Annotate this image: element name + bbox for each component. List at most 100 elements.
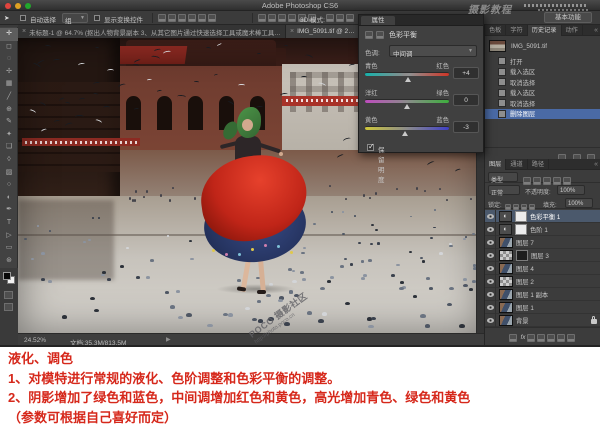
tool-pen[interactable]: ✒ [0,204,18,217]
fill-dropdown[interactable]: 100% [565,198,593,208]
toolbar-mini-icon[interactable] [346,14,354,22]
tool-healing-brush[interactable]: ⊕ [0,104,18,117]
toolbar-mini-icon[interactable] [178,14,186,22]
history-item[interactable]: 删除图层 [485,109,600,120]
tool-history-brush[interactable]: ❏ [0,141,18,154]
toolbar-mini-icon[interactable] [168,14,176,22]
tool-eraser[interactable]: ◊ [0,154,18,167]
slider-value[interactable]: -3 [453,121,479,133]
layer-filter-dropdown[interactable]: 类型 [488,172,518,182]
layer-row[interactable]: ◐色阶 1 [485,223,600,236]
foreground-color-swatch[interactable] [3,272,11,280]
toolbar-mini-icon[interactable] [278,14,286,22]
auto-select-checkbox[interactable] [20,15,26,21]
tool-type[interactable]: T [0,217,18,230]
status-menu-arrow-icon[interactable]: ▶ [166,336,171,343]
new-group-icon[interactable] [547,334,555,342]
quick-mask-button[interactable] [4,291,13,299]
toolbar-mini-icon[interactable] [198,14,206,22]
color-swatches[interactable] [3,272,16,285]
tool-lasso[interactable]: ◌ [0,53,18,66]
layer-visibility-toggle[interactable] [485,301,496,314]
tool-hand[interactable]: ⊛ [0,255,18,268]
layer-visibility-toggle[interactable] [485,236,496,249]
mask-icon[interactable] [376,31,384,39]
new-layer-icon[interactable] [557,334,565,342]
doc-tab-1[interactable]: ×IMG_5091.tif @ 2… [286,25,360,38]
slider-value[interactable]: 0 [453,94,479,106]
layer-row[interactable]: 图层 1 [485,301,600,314]
slider-track[interactable] [365,126,449,130]
tab-close-icon[interactable]: × [290,28,294,35]
toolbar-mini-icon[interactable] [268,14,276,22]
new-adjustment-layer-icon[interactable] [537,334,545,342]
tone-dropdown[interactable]: 中间调▼ [389,45,477,57]
layer-visibility-toggle[interactable] [485,275,496,288]
layer-row[interactable]: ◐色彩平衡 1 [485,210,600,223]
doc-tab-0[interactable]: ×未标题-1 @ 64.7% (抠出人物背景副本 3、从其它图片通过快速选择工具… [18,25,286,38]
link-layers-icon[interactable] [509,334,517,342]
zoom-level[interactable]: 24.52% [24,337,46,344]
slider-thumb[interactable] [402,131,408,136]
slider-thumb[interactable] [404,104,410,109]
tool-gradient[interactable]: ▨ [0,167,18,180]
tool-move[interactable]: ✛ [0,28,18,41]
tab-图层[interactable]: 图层 [485,159,506,170]
toolbar-mini-icon[interactable] [158,14,166,22]
tab-通道[interactable]: 通道 [506,159,527,170]
layer-visibility-toggle[interactable] [485,288,496,301]
screen-mode-button[interactable] [4,303,13,311]
layer-row[interactable]: 图层 1 副本 [485,288,600,301]
tab-动作[interactable]: 动作 [562,25,583,36]
layer-visibility-toggle[interactable] [485,249,496,262]
tool-brush[interactable]: ✎ [0,116,18,129]
tool-eyedropper[interactable]: ╱ [0,91,18,104]
toolbar-mini-icon[interactable] [288,14,296,22]
slider-value[interactable]: +4 [453,67,479,79]
layer-visibility-toggle[interactable] [485,210,496,223]
history-item[interactable]: 打开 [485,56,600,67]
tab-路径[interactable]: 路径 [528,159,549,170]
history-item[interactable]: 取消选择 [485,98,600,109]
toolbar-mini-icon[interactable] [336,14,344,22]
delete-layer-icon[interactable] [567,334,575,342]
layer-row[interactable]: 图层 2 [485,275,600,288]
tool-crop[interactable]: ▦ [0,78,18,91]
tab-色板[interactable]: 色板 [485,25,506,36]
slider-track[interactable] [365,99,449,103]
add-mask-icon[interactable] [527,334,535,342]
show-transform-checkbox[interactable] [94,15,100,21]
toolbar-mini-icon[interactable] [208,14,216,22]
toolbar-mini-icon[interactable] [188,14,196,22]
tool-marquee[interactable]: ◻ [0,41,18,54]
blend-mode-dropdown[interactable]: 正常 [488,185,520,195]
preserve-luminosity-checkbox[interactable]: ✓ [367,144,374,151]
layer-visibility-toggle[interactable] [485,262,496,275]
opacity-dropdown[interactable]: 100% [557,185,585,195]
history-item[interactable]: 载入选区 [485,67,600,78]
layer-style-fx-icon[interactable]: fx [521,335,526,341]
layer-visibility-toggle[interactable] [485,223,496,236]
toolbar-mini-icon[interactable] [258,14,266,22]
tab-close-icon[interactable]: × [22,28,26,35]
tool-dodge[interactable]: ◐ [0,192,18,205]
tool-shape[interactable]: ▭ [0,242,18,255]
layer-row[interactable]: 图层 4 [485,262,600,275]
tab-历史记录[interactable]: 历史记录 [528,25,562,36]
layer-row[interactable]: 图层 7 [485,236,600,249]
tool-blur[interactable]: ○ [0,179,18,192]
collapse-icon[interactable]: « [594,159,600,169]
auto-select-target-dropdown[interactable]: 组▼ [62,13,88,23]
tool-clone-stamp[interactable]: ✦ [0,129,18,142]
slider-thumb[interactable] [405,77,411,82]
toolbar-mini-icon[interactable] [326,14,334,22]
tab-字符[interactable]: 字符 [506,25,527,36]
collapse-icon[interactable]: « [594,25,600,35]
layer-row[interactable]: 背景 [485,314,600,327]
tool-quick-selection[interactable]: ✢ [0,66,18,79]
layer-row[interactable]: 图层 3 [485,249,600,262]
tool-path-selection[interactable]: ▷ [0,230,18,243]
history-item[interactable]: 载入选区 [485,88,600,99]
history-item[interactable]: 取消选择 [485,77,600,88]
layer-visibility-toggle[interactable] [485,314,496,327]
